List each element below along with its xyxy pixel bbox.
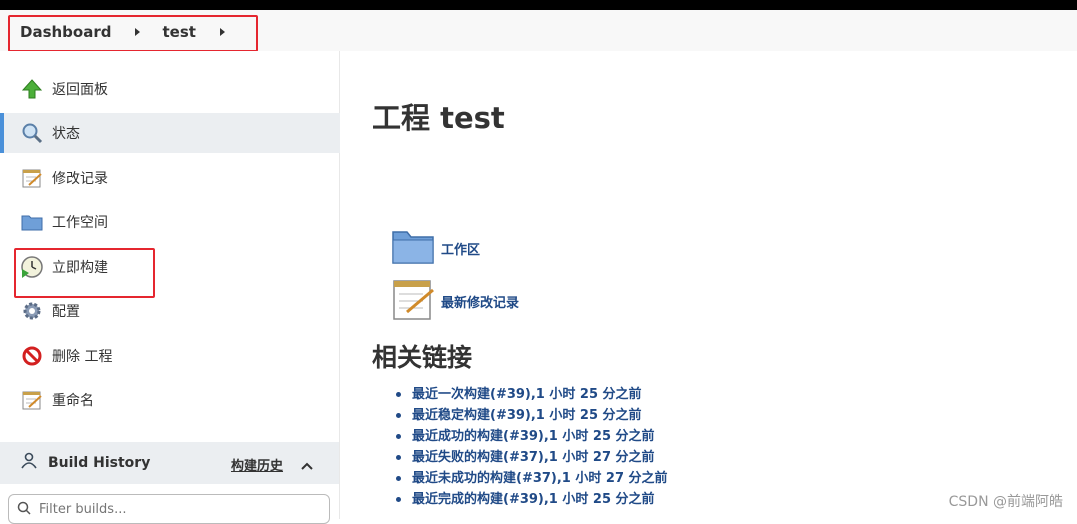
task-rename[interactable]: 重命名 [0,380,340,420]
page-title: 工程 test [372,101,505,135]
highlight-box-breadcrumb [8,15,258,52]
folder-icon [391,226,435,270]
chevron-up-icon[interactable] [300,456,314,475]
task-delete-project[interactable]: 删除 工程 [0,336,340,376]
task-label: 配置 [52,304,80,320]
top-header-bar [0,0,1077,10]
task-status[interactable]: 状态 [0,113,340,153]
related-link[interactable]: 最近完成的构建(#39),1 小时 25 分之前 [396,489,668,510]
related-link[interactable]: 最近失败的构建(#37),1 小时 27 分之前 [396,447,668,468]
magnifier-icon [20,121,44,145]
task-workspace[interactable]: 工作空间 [0,202,340,242]
filter-builds-input[interactable] [39,501,309,517]
related-links-list: 最近一次构建(#39),1 小时 25 分之前 最近稳定构建(#39),1 小时… [396,384,668,510]
build-history-icon [20,452,38,474]
task-label: 状态 [52,126,80,142]
build-history-header: Build History 构建历史 [0,442,339,484]
task-label: 删除 工程 [52,349,113,365]
task-label: 工作空间 [52,215,108,231]
recent-changes-link[interactable]: 最新修改记录 [391,276,519,326]
filter-builds-field[interactable] [8,494,330,524]
workspace-link[interactable]: 工作区 [391,226,480,270]
no-entry-icon [20,344,44,368]
watermark: CSDN @前端阿皓 [948,494,1063,510]
related-link[interactable]: 最近一次构建(#39),1 小时 25 分之前 [396,384,668,405]
workspace-link-label[interactable]: 工作区 [441,239,480,258]
build-history-link[interactable]: 构建历史 [231,455,283,474]
task-changes[interactable]: 修改记录 [0,158,340,198]
task-label: 修改记录 [52,171,108,187]
notepad-icon [20,388,44,412]
task-label: 重命名 [52,393,94,409]
gear-icon [20,299,44,323]
related-link[interactable]: 最近稳定构建(#39),1 小时 25 分之前 [396,405,668,426]
notepad-icon [391,276,435,326]
task-back-to-dashboard[interactable]: 返回面板 [0,69,340,109]
recent-changes-link-label[interactable]: 最新修改记录 [441,292,519,311]
task-label: 返回面板 [52,82,108,98]
up-arrow-icon [20,77,44,101]
related-links-title: 相关链接 [372,343,473,372]
build-history-title: Build History [48,455,151,471]
search-icon [17,500,31,519]
related-link[interactable]: 最近成功的构建(#39),1 小时 25 分之前 [396,426,668,447]
folder-icon [20,210,44,234]
highlight-box-build-now [14,248,155,298]
related-link[interactable]: 最近未成功的构建(#37),1 小时 27 分之前 [396,468,668,489]
notepad-icon [20,166,44,190]
